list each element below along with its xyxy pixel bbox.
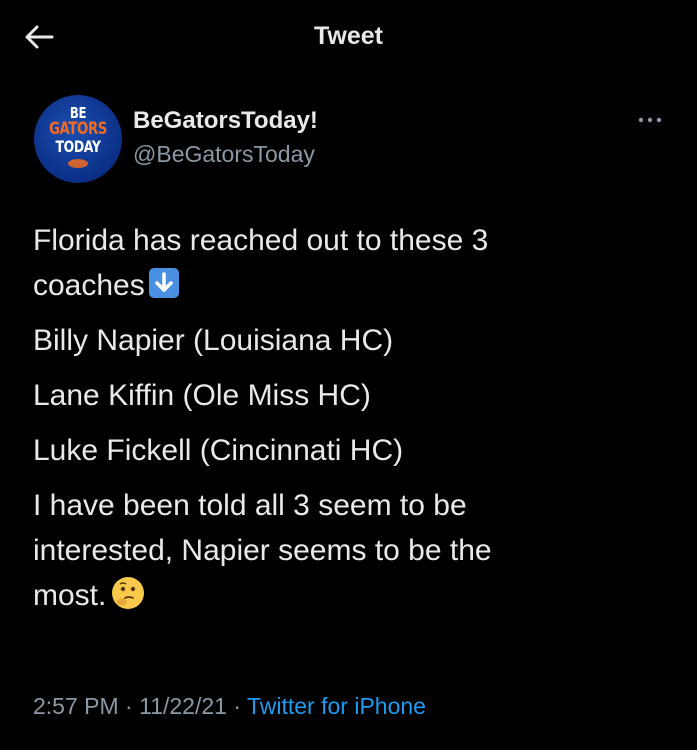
author-handle[interactable]: @BeGatorsToday	[133, 141, 315, 168]
tweet-line: Billy Napier (Louisiana HC)	[33, 324, 394, 357]
avatar-text-line-3: TODAY	[55, 137, 101, 156]
tweet-line: coaches	[33, 263, 663, 308]
tweet-source-link[interactable]: Twitter for iPhone	[247, 693, 426, 719]
tweet-time: 2:57 PM	[33, 693, 119, 719]
page-title: Tweet	[314, 22, 383, 50]
avatar[interactable]: BE GATORS TODAY	[34, 95, 122, 183]
down-arrow-emoji-icon	[148, 268, 179, 298]
top-bar: Tweet	[0, 0, 697, 72]
tweet-line: Lane Kiffin (Ole Miss HC)	[33, 379, 371, 412]
tweet-line: Luke Fickell (Cincinnati HC)	[33, 434, 404, 467]
separator-dot: ·	[125, 693, 133, 719]
tweet-line: interested, Napier seems to be the	[33, 534, 492, 567]
gator-logo-icon	[68, 159, 88, 168]
author-display-name[interactable]: BeGatorsToday!	[133, 107, 318, 135]
tweet-line: most.	[33, 573, 663, 618]
tweet-body: Florida has reached out to these 3 coach…	[33, 218, 663, 618]
tweet-line: Florida has reached out to these 3	[33, 224, 489, 257]
thinking-face-emoji-icon	[112, 577, 145, 609]
avatar-text-line-2: GATORS	[49, 119, 107, 139]
more-options-button[interactable]	[635, 110, 665, 130]
more-dots-icon	[638, 117, 662, 123]
tweet-line: I have been told all 3 seem to be	[33, 489, 467, 522]
tweet-date: 11/22/21	[139, 693, 227, 719]
tweet-metadata: 2:57 PM · 11/22/21 · Twitter for iPhone	[33, 693, 426, 720]
separator-dot: ·	[233, 693, 241, 719]
